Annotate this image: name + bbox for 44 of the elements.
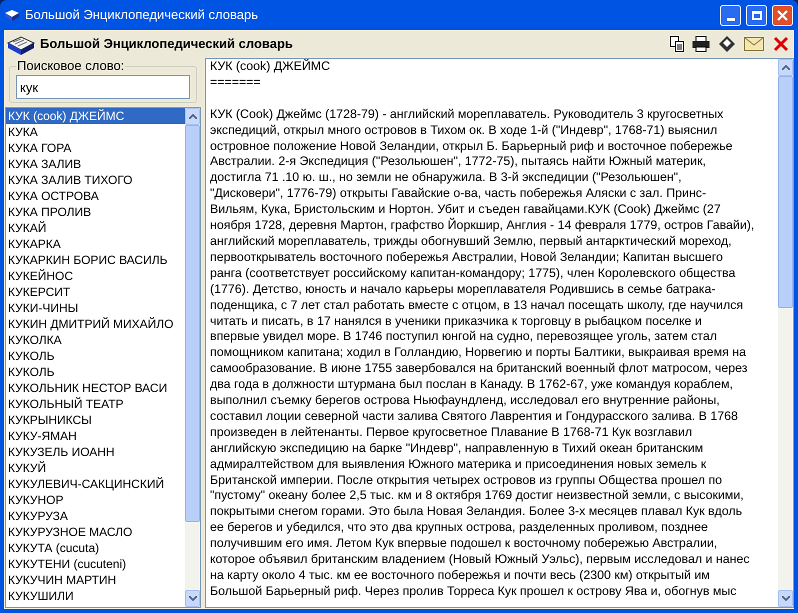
list-item[interactable]: КУКУРУЗНОЕ МАСЛО — [6, 524, 185, 540]
list-item[interactable]: КУКЕРСИТ — [6, 284, 185, 300]
maximize-button[interactable] — [746, 4, 767, 26]
list-item[interactable]: КУКУТЕНИ (cucuteni) — [6, 556, 185, 572]
list-item[interactable]: КУКУЙ — [6, 460, 185, 476]
list-item[interactable]: КУКУ-ЯМАН — [6, 428, 185, 444]
list-item[interactable]: КУКУРУЗА — [6, 508, 185, 524]
list-item[interactable]: КУКУТА (cucuta) — [6, 540, 185, 556]
list-item[interactable]: КУКА ЗАЛИВ ТИХОГО — [6, 172, 185, 188]
list-item[interactable]: КУКА ГОРА — [6, 140, 185, 156]
minimize-button[interactable] — [720, 4, 741, 26]
scrollbar[interactable] — [185, 108, 200, 607]
list-item[interactable]: КУКЕЙНОС — [6, 268, 185, 284]
list-item[interactable]: КУКА ОСТРОВА — [6, 188, 185, 204]
close-icon — [777, 10, 788, 20]
list-item[interactable]: КУКОЛЬНИК НЕСТОР ВАСИ — [6, 380, 185, 396]
list-item[interactable]: КУКУНОР — [6, 492, 185, 508]
list-item[interactable]: КУКАРКИН БОРИС ВАСИЛЬ — [6, 252, 185, 268]
list-item[interactable]: КУКАРКА — [6, 236, 185, 252]
copy-icon[interactable] — [668, 34, 686, 54]
list-item[interactable]: КУКОЛЬ — [6, 364, 185, 380]
app-title: Большой Энциклопедический словарь — [40, 35, 293, 54]
list-item[interactable]: КУКОЛКА — [6, 332, 185, 348]
list-item[interactable]: КУКА — [6, 124, 185, 140]
book-icon — [4, 8, 20, 22]
window-title: Большой Энциклопедический словарь — [25, 6, 258, 24]
scrollbar[interactable] — [778, 59, 793, 607]
list-item[interactable]: КУКИН ДМИТРИЙ МИХАЙЛО — [6, 316, 185, 332]
list-item[interactable]: КУКА ПРОЛИВ — [6, 204, 185, 220]
close-button[interactable] — [772, 4, 793, 26]
list-item[interactable]: КУКАЙ — [6, 220, 185, 236]
list-item[interactable]: КУКРЫНИКСЫ — [6, 412, 185, 428]
list-item[interactable]: КУКУЛЕВИЧ-САКЦИНСКИЙ — [6, 476, 185, 492]
list-item[interactable]: КУК (cook) ДЖЕЙМС — [6, 108, 185, 124]
article-text: КУК (cook) ДЖЕЙМС ======= КУК (Cook) Джеймс (1728-79) - английский мореплаватель. Руководитель 3 кругосветных экспедиций, открыл много островов в Тихом ок. В ходе 1-й ("Индевр", 1768-71) выяснил островное положение Новой Зеландии, открыл Б. Барьерный риф и восточное побережье Австралии. 2-я Экспедиция ("Резольюшен", 1772-75), пытаясь найти Южный материк, достигла 71 .10 ю. ш., но земли не обнаружила. В 3-й экспедиции ("Резольюшен", "Дисковери", 1776-79) открыты Гавайские о-ва, часть побережья Аляски с зал. Принс- Вильям, Кука, Бристольским и Нортон. Убит и съеден гавайцами.КУК (Cook) Джеймс (27 ноября 1728, деревня Мартон, графство Йоркшир, Англия - 14 февраля 1779, остров Гавайи), английский мореплаватель, трижды обогнувший Землю, первый антарктический мореход, первооткрыватель восточного побережья Австралии, Новой Зеландии; Капитан высшего ранга (соответствует российскому капитан-командору; 1775), член Королевского общества (1776). Детство, юность и начало карьеры мореплавателя Родившись в семье батрака- поденщика, с 7 лет стал работать вместе с отцом, в 13 начал посещать школу, где научился читать и писать, в 17 нанялся в ученики приказчика к торговцу в рыбацком поселке и впервые увидел море. В 1746 поступил юнгой на судно, перевозящее уголь, затем стал помощником капитана; ходил в Голландию, Норвегию и порты Балтики, выкраивая время на самообразование. В июне 1755 завербовался на британский военный флот матросом, через два года в должности штурмана был послан в Канаду. В 1762-67, уже командуя кораблем, выполнил съемку берегов острова Ньюфаундленд, исследовал его внутренние районы, составил лоции северной части залива Святого Лаврентия и Гондурасского залива. В 1768 произведен в лейтенанты. Первое кругосветное Плавание В 1768-71 Кук возглавил английскую экспедицию на барке "Индевр", направленную в Тихий океан британским адмиралтейством для выявления Южного материка и присоединения новых земель к Британской империи. После открытия четырех островов из группы Общества прошел по "пустому" океану более 2,5 тыс. км и 8 октября 1769 достиг неизвестной земли, с высокими, покрытыми снегом горами. Это была Новая Зеландия. Более 3-х месяцев плавал Кук вдоль ее берегов и убедился, что это два крупных острова, разделенных проливом, позднее получившим его имя. Летом Кук впервые подошел к восточному побережью Австралии, которое объявил британским владением (Новый Южный Уэльс), первым исследовал и нанес на карту около 4 тыс. км ее восточного побережья и почти весь (2300 км) открытый им Большой Барьерный риф. Через пролив Торреса Кук прошел к острову Ява и, обогнув мыс — [209, 59, 756, 600]
list-item[interactable]: КУКУЗЕЛЬ ИОАНН — [6, 444, 185, 460]
list-item[interactable]: КУКА ЗАЛИВ — [6, 156, 185, 172]
list-item[interactable]: КУКУЧИН МАРТИН — [6, 572, 185, 588]
search-field[interactable]: кук — [16, 75, 190, 99]
list-item[interactable]: КУКУШИЛИ — [6, 588, 185, 604]
list-item[interactable]: КУКИ-ЧИНЫ — [6, 300, 185, 316]
list-item[interactable]: КУКОЛЬНЫЙ ТЕАТР — [6, 396, 185, 412]
print-icon[interactable] — [690, 34, 712, 54]
list-item[interactable]: КУКОЛЬ — [6, 348, 185, 364]
